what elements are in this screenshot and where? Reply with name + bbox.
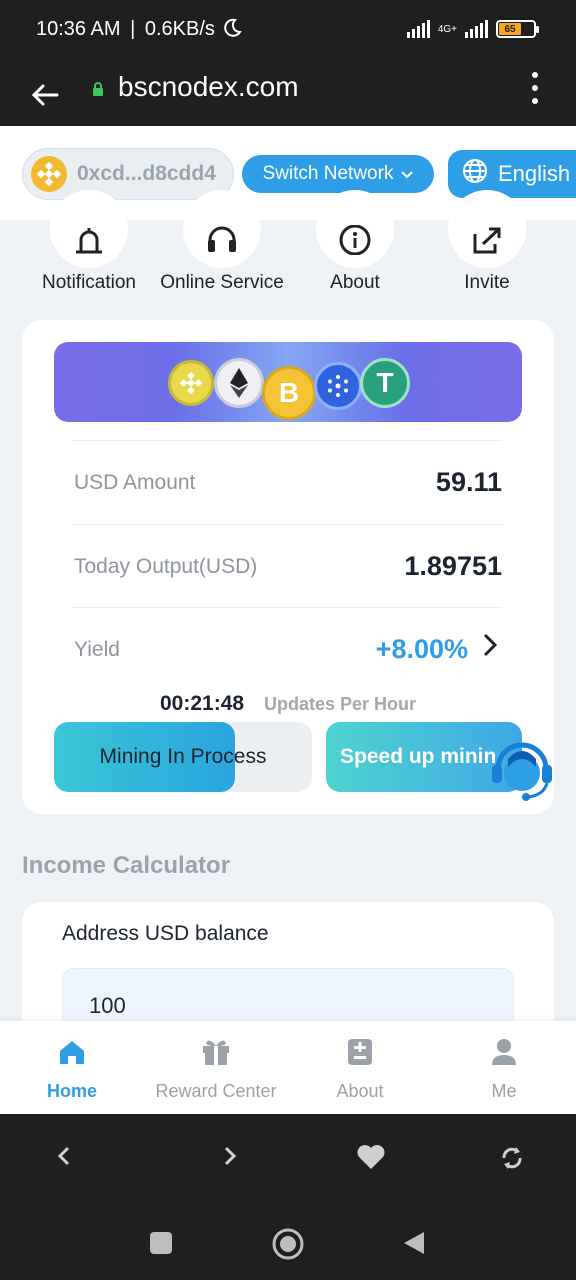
yield-value: +8.00%	[375, 634, 468, 664]
mining-label: Mining In Process	[99, 745, 267, 768]
home-nav-icon[interactable]	[272, 1228, 304, 1265]
gift-icon	[144, 1035, 288, 1069]
system-nav-bar	[0, 1204, 576, 1280]
headset-icon	[183, 190, 261, 268]
status-icons: 4G+ 65	[406, 20, 539, 38]
today-output-value: 1.89751	[404, 551, 502, 581]
usd-amount-label: USD Amount	[74, 471, 196, 494]
quick-action-invite[interactable]: Invite	[417, 190, 557, 294]
status-bar: 10:36 AM | 0.6KB/s 4G+ 65	[0, 0, 576, 62]
mining-card: B T USD Amount 59.11 Today Output(USD) 1…	[22, 320, 554, 814]
browser-forward-icon[interactable]	[222, 1144, 238, 1175]
chevron-down-icon	[401, 163, 414, 185]
document-icon	[288, 1035, 432, 1069]
income-calculator-title: Income Calculator	[22, 852, 231, 879]
quick-action-label: About	[330, 272, 380, 293]
wallet-address-pill[interactable]: 0xcd...d8cdd4	[22, 148, 234, 200]
bell-icon	[50, 190, 128, 268]
quick-action-label: Notification	[42, 272, 136, 293]
signal-icon	[406, 20, 430, 38]
speed-up-label: Speed up minin	[340, 745, 497, 768]
tab-me[interactable]: Me	[432, 1035, 576, 1102]
network-speed: 0.6KB/s	[144, 18, 215, 40]
switch-network-label: Switch Network	[262, 163, 394, 184]
cardano-coin-icon	[314, 362, 362, 410]
browser-back-icon[interactable]	[56, 1144, 72, 1175]
battery-icon: 65	[496, 20, 539, 38]
refresh-icon[interactable]	[498, 1144, 526, 1179]
signal-icon-2	[465, 20, 488, 38]
heart-icon[interactable]	[356, 1144, 386, 1177]
back-arrow-icon[interactable]	[30, 72, 60, 119]
customer-support-icon[interactable]	[484, 729, 560, 805]
tab-home[interactable]: Home	[0, 1035, 144, 1102]
quick-actions: Notification Online Service About Invite	[0, 190, 576, 316]
recent-apps-icon[interactable]	[150, 1232, 172, 1259]
quick-action-notification[interactable]: Notification	[19, 190, 159, 294]
battery-level: 65	[499, 23, 522, 35]
browser-url-bar: bscnodex.com	[0, 62, 576, 126]
usd-amount-value: 59.11	[435, 467, 502, 497]
user-icon	[432, 1035, 576, 1069]
balance-label: Address USD balance	[62, 922, 269, 945]
crypto-banner: B T	[54, 342, 522, 422]
switch-network-button[interactable]: Switch Network	[242, 155, 434, 193]
ethereum-coin-icon	[214, 358, 264, 408]
tab-label: About	[336, 1081, 384, 1101]
quick-action-online-service[interactable]: Online Service	[152, 190, 292, 294]
yield-label: Yield	[74, 638, 120, 661]
language-button[interactable]: English	[448, 150, 576, 198]
quick-action-about[interactable]: About	[285, 190, 425, 294]
yield-row[interactable]: Yield +8.00%	[72, 607, 502, 691]
status-divider: |	[130, 18, 136, 40]
home-icon	[0, 1035, 144, 1069]
tab-reward-center[interactable]: Reward Center	[144, 1035, 288, 1102]
bnb-coin-icon	[168, 360, 214, 406]
globe-icon	[462, 158, 488, 190]
tether-coin-icon: T	[360, 358, 410, 408]
url-text[interactable]: bscnodex.com	[118, 71, 299, 103]
mining-progress-button[interactable]: Mining In Process	[54, 722, 312, 792]
usd-amount-row: USD Amount 59.11	[72, 440, 502, 524]
quick-action-label: Online Service	[160, 272, 284, 293]
network-type: 4G+	[437, 23, 457, 35]
moon-icon	[222, 18, 243, 44]
back-nav-icon[interactable]	[402, 1230, 426, 1261]
quick-action-label: Invite	[464, 272, 510, 293]
status-time: 10:36 AM	[36, 18, 121, 40]
overflow-menu-icon[interactable]	[532, 72, 540, 104]
tab-label: Home	[46, 1081, 97, 1101]
today-output-label: Today Output(USD)	[74, 555, 258, 578]
share-icon	[448, 190, 526, 268]
mining-timer: 00:21:48	[160, 692, 245, 715]
info-icon	[316, 190, 394, 268]
tab-label: Reward Center	[155, 1081, 277, 1101]
status-time-speed: 10:36 AM | 0.6KB/s	[36, 18, 243, 44]
tab-about[interactable]: About	[288, 1035, 432, 1102]
today-output-row: Today Output(USD) 1.89751	[72, 524, 502, 608]
timer-note: Updates Per Hour	[264, 694, 417, 714]
language-label: English	[498, 161, 571, 186]
wallet-address: 0xcd...d8cdd4	[77, 162, 216, 185]
bottom-tab-bar: Home Reward Center About Me	[0, 1021, 576, 1114]
lock-icon	[92, 82, 104, 96]
tab-label: Me	[491, 1081, 517, 1101]
bnb-logo-icon	[31, 156, 67, 192]
bitcoin-coin-icon: B	[262, 366, 316, 420]
browser-bottom-bar	[0, 1114, 576, 1204]
chevron-right-icon	[482, 632, 498, 665]
web-page: 0xcd...d8cdd4 Switch Network English Not…	[0, 126, 576, 1114]
